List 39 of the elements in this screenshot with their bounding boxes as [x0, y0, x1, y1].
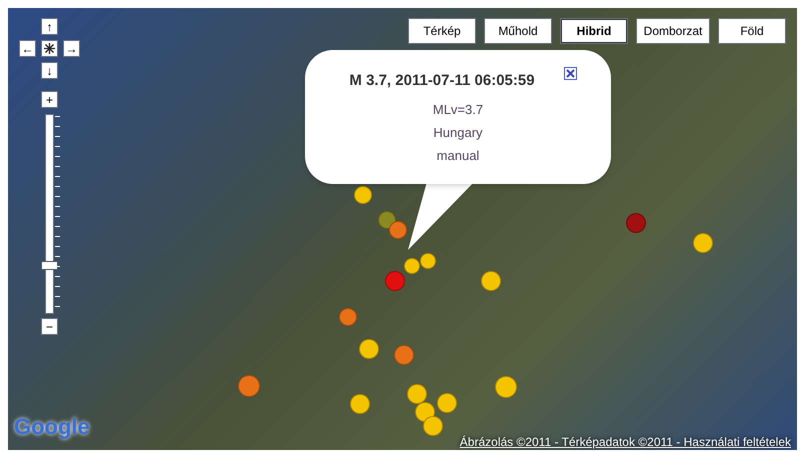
- earthquake-marker[interactable]: [423, 416, 443, 436]
- earthquake-marker[interactable]: [385, 271, 405, 291]
- pan-down-button[interactable]: ↓: [41, 62, 58, 79]
- earthquake-marker[interactable]: [359, 339, 379, 359]
- earthquake-marker[interactable]: [378, 211, 396, 229]
- map-type-tab[interactable]: Föld: [718, 18, 786, 44]
- info-window-line: MLv=3.7: [432, 101, 484, 119]
- earthquake-marker[interactable]: [420, 253, 436, 269]
- earthquake-marker[interactable]: [350, 394, 370, 414]
- pan-left-button[interactable]: ←: [19, 40, 36, 57]
- earthquake-marker[interactable]: [404, 258, 420, 274]
- copyright-text: Ábrázolás ©2011 - Térképadatok ©2011 - Használati feltételek: [460, 434, 791, 450]
- earthquake-marker[interactable]: [693, 233, 713, 253]
- earthquake-marker[interactable]: [407, 384, 427, 404]
- earthquake-marker[interactable]: [626, 213, 646, 233]
- earthquake-marker[interactable]: [238, 375, 260, 397]
- info-window-line: Hungary: [432, 124, 484, 142]
- earthquake-marker[interactable]: [481, 271, 501, 291]
- map-type-tab[interactable]: Hibrid: [560, 18, 628, 44]
- map-type-tab[interactable]: Műhold: [484, 18, 552, 44]
- close-icon: [566, 69, 575, 78]
- map-type-tab[interactable]: Domborzat: [636, 18, 710, 44]
- pan-up-button[interactable]: ↑: [41, 18, 58, 35]
- earthquake-marker[interactable]: [354, 186, 372, 204]
- earthquake-marker[interactable]: [339, 308, 357, 326]
- close-button[interactable]: [564, 67, 577, 80]
- zoom-slider-thumb[interactable]: [41, 261, 58, 270]
- center-arrows-icon: [43, 42, 56, 55]
- info-window-line: manual: [436, 147, 480, 165]
- google-logo: Google: [14, 413, 90, 441]
- earthquake-marker[interactable]: [437, 393, 457, 413]
- earthquake-marker[interactable]: [394, 345, 414, 365]
- map-type-tab[interactable]: Térkép: [408, 18, 476, 44]
- recenter-button[interactable]: [41, 40, 58, 57]
- info-window-title: M 3.7, 2011-07-11 06:05:59: [348, 71, 536, 91]
- zoom-in-button[interactable]: +: [41, 91, 58, 108]
- pan-right-button[interactable]: →: [63, 40, 80, 57]
- zoom-out-button[interactable]: −: [41, 318, 58, 335]
- earthquake-marker[interactable]: [495, 376, 517, 398]
